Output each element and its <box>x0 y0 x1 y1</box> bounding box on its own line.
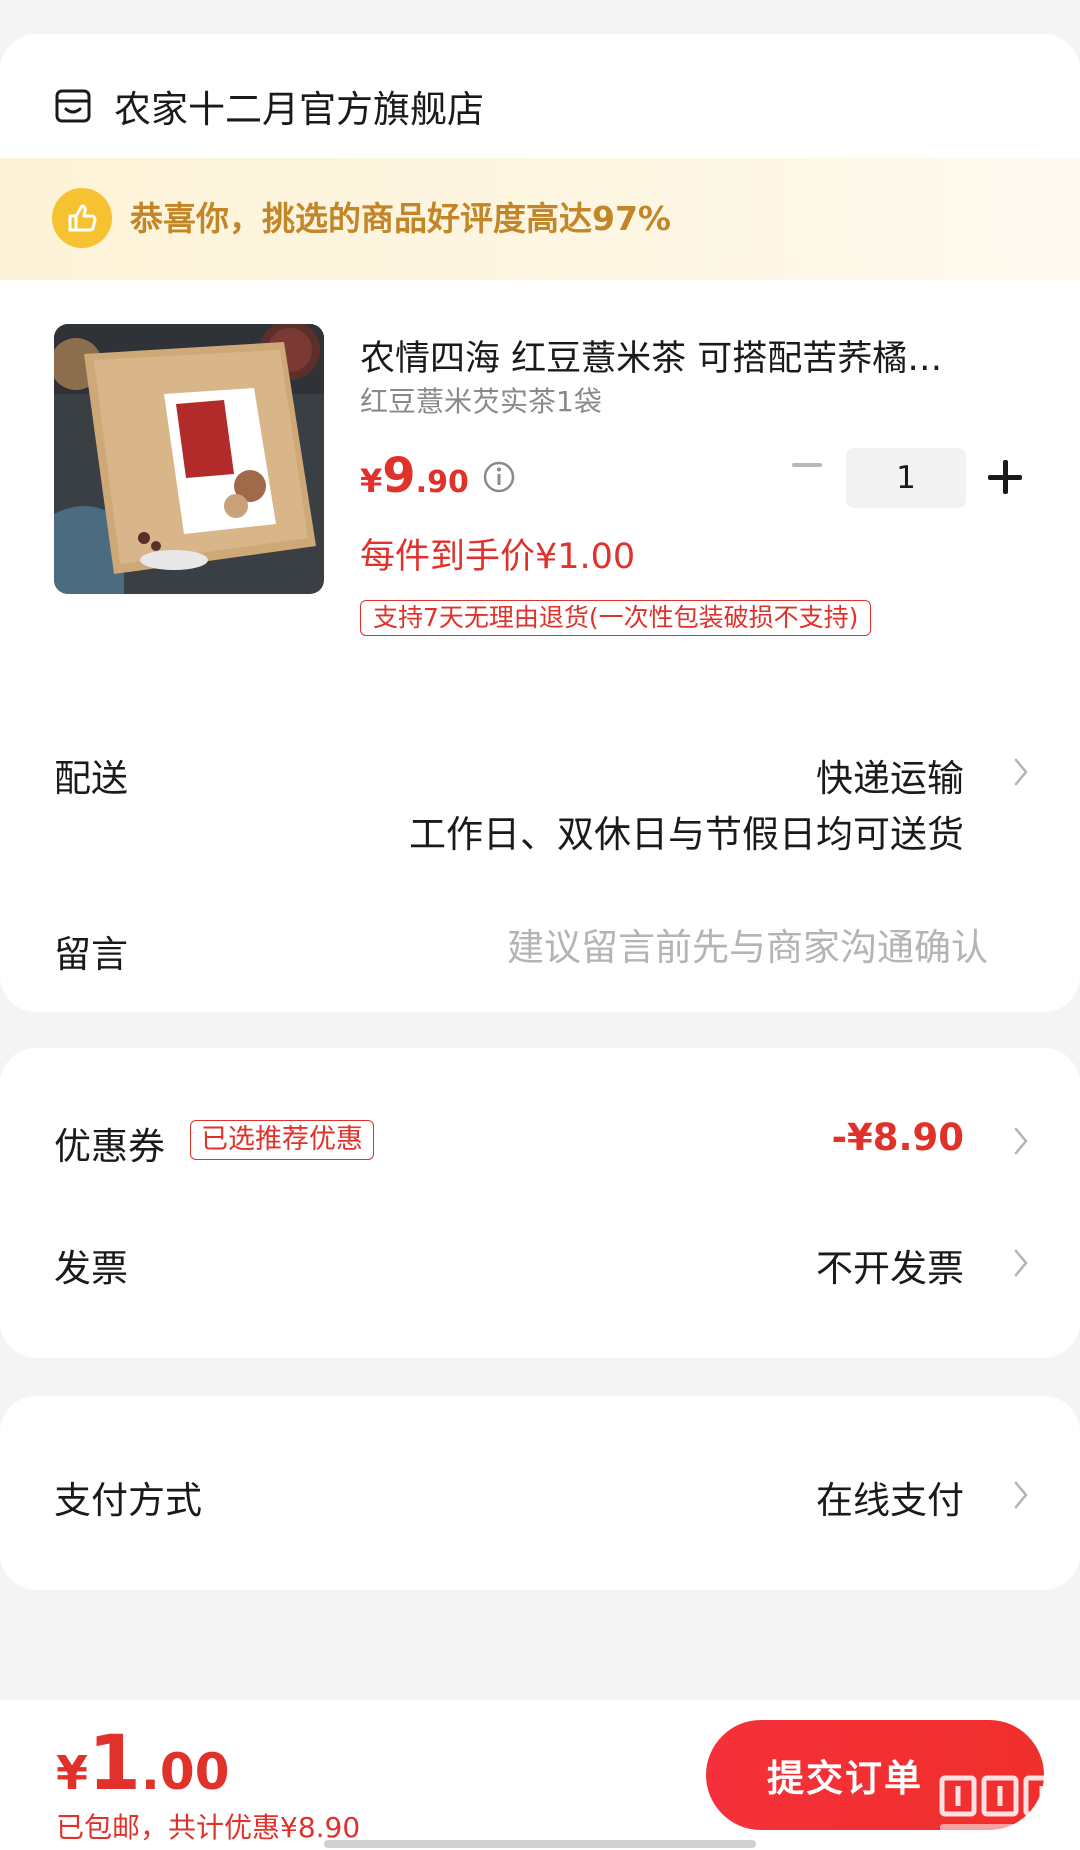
payment-method[interactable]: 在线支付 <box>816 1470 964 1524</box>
total-summary: 已包邮，共计优惠¥8.90 <box>56 1811 361 1844</box>
coupon-label: 优惠券 <box>54 1125 165 1168</box>
message-label: 留言 <box>54 933 128 976</box>
total-price: ¥ 1 .00 <box>56 1718 229 1807</box>
delivery-method[interactable]: 快递运输 <box>816 748 964 802</box>
price-decimal: .90 <box>415 465 469 500</box>
delivery-schedule: 工作日、双休日与节假日均可送货 <box>409 813 964 856</box>
chevron-right-icon[interactable] <box>1012 757 1030 787</box>
store-header[interactable]: 农家十二月官方旗舰店 <box>54 74 484 138</box>
total-decimal: .00 <box>140 1743 230 1801</box>
per-piece-price: 每件到手价¥1.00 <box>360 537 636 577</box>
return-policy-tag: 支持7天无理由退货(一次性包装破损不支持) <box>360 600 872 636</box>
store-name: 农家十二月官方旗舰店 <box>114 88 484 131</box>
message-input[interactable] <box>428 920 988 974</box>
coupon-amount[interactable]: -¥8.90 <box>832 1116 964 1159</box>
order-confirm-page: 农家十二月官方旗舰店 恭喜你，挑选的商品好评度高达97% 农情四海 红豆薏米茶 … <box>0 0 1080 1850</box>
payment-card: 支付方式 在线支付 <box>0 1396 1080 1590</box>
total-currency: ¥ <box>56 1746 89 1800</box>
store-icon <box>55 89 91 123</box>
product-title[interactable]: 农情四海 红豆薏米茶 可搭配苦荞橘… <box>360 330 1020 381</box>
increase-quantity-button[interactable] <box>988 460 1022 494</box>
payment-label: 支付方式 <box>54 1479 202 1522</box>
chevron-right-icon[interactable] <box>1012 1126 1030 1156</box>
rating-banner: 恭喜你，挑选的商品好评度高达97% <box>0 158 1080 280</box>
coupon-tag: 已选推荐优惠 <box>190 1120 374 1160</box>
total-integer: 1 <box>88 1718 141 1807</box>
info-icon[interactable] <box>482 460 516 494</box>
price-currency: ¥ <box>360 462 383 500</box>
home-indicator <box>324 1840 756 1848</box>
decrease-quantity-button[interactable] <box>790 448 824 482</box>
checkout-bar: ¥ 1 .00 已包邮，共计优惠¥8.90 提交订单 <box>0 1700 1080 1850</box>
thumbs-up-icon <box>52 188 112 248</box>
chevron-right-icon[interactable] <box>1012 1248 1030 1278</box>
price-integer: 9 <box>382 448 416 504</box>
product-spec[interactable]: 红豆薏米芡实茶1袋 <box>360 380 602 420</box>
invoice-label: 发票 <box>54 1247 128 1290</box>
discount-card: 优惠券 已选推荐优惠 -¥8.90 发票 不开发票 <box>0 1048 1080 1358</box>
product-image[interactable] <box>54 324 324 594</box>
order-card: 农家十二月官方旗舰店 恭喜你，挑选的商品好评度高达97% 农情四海 红豆薏米茶 … <box>0 34 1080 1012</box>
watermark-logo <box>939 1775 1061 1836</box>
quantity-field[interactable]: 1 <box>846 448 966 508</box>
minus-icon <box>792 463 822 467</box>
chevron-right-icon[interactable] <box>1012 1480 1030 1510</box>
delivery-label: 配送 <box>54 757 128 800</box>
rating-banner-text: 恭喜你，挑选的商品好评度高达97% <box>130 199 671 238</box>
invoice-value[interactable]: 不开发票 <box>816 1238 964 1292</box>
product-price: ¥ 9 .90 <box>360 448 469 508</box>
